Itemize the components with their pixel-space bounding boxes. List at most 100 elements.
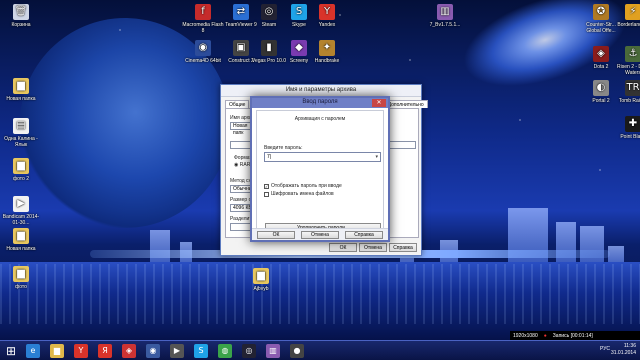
password-input[interactable]: 7| ▾: [264, 152, 381, 162]
archive-help-button[interactable]: Справка: [389, 243, 417, 252]
taskbar-app-antivirus-icon[interactable]: ◈: [122, 344, 136, 358]
recycle-bin-icon: 🗑: [13, 4, 29, 20]
windows-start-icon[interactable]: ⊞: [4, 344, 18, 358]
taskbar-app-steam-icon[interactable]: ◎: [242, 344, 256, 358]
taskbar-app-winrar-icon[interactable]: ▥: [266, 344, 280, 358]
dota-icon: ◈: [593, 46, 609, 62]
desktop-icon[interactable]: ▆ Новая папка: [0, 78, 42, 102]
folder-icon: ▆: [13, 78, 29, 94]
teamviewer-icon: ⇄: [233, 4, 249, 20]
taskbar-app-skype-icon[interactable]: S: [194, 344, 208, 358]
desktop-icon-label: Yandex: [318, 22, 336, 28]
archive-ok-button[interactable]: ОК: [329, 243, 357, 252]
archive-cancel-button[interactable]: Отмена: [359, 243, 387, 252]
password-cancel-button[interactable]: Отмена: [301, 231, 339, 239]
desktop-icon-label: Cinema4D 64bit: [185, 58, 221, 64]
desktop-icon-label: Одна Калина - Ялык: [4, 136, 38, 148]
desktop-icon-label: 7_Bv1.7.5.1...: [429, 22, 461, 28]
desktop-icon-label: Tomb Raider: [618, 98, 640, 104]
desktop-icon-label: фото 2: [13, 176, 29, 182]
vegas-icon: ▮: [261, 40, 277, 56]
taskbar-clock[interactable]: 11:36 31.01.2014: [611, 343, 636, 357]
desktop-icon[interactable]: 🗑 Корзина: [0, 4, 42, 28]
format-rar-radio[interactable]: ◉ RAR: [234, 162, 250, 168]
password-dialog: Ввод пароля ✕ Архивация с паролем Введит…: [250, 96, 390, 242]
construct-icon: ▣: [233, 40, 249, 56]
desktop-icon[interactable]: ◉ Cinema4D 64bit: [182, 40, 224, 64]
password-dialog-heading: Архивация с паролем: [294, 116, 346, 122]
close-icon[interactable]: ✕: [372, 99, 386, 107]
record-dot-icon: ●: [543, 332, 547, 339]
recorder-status: Запись [00:01:14]: [552, 332, 593, 339]
archive-name-label: Имя архи: [230, 115, 252, 121]
encrypt-names-checkbox[interactable]: Шифровать имена файлов: [264, 191, 334, 197]
video-file-icon: ▶: [13, 196, 29, 212]
folder-icon: ▆: [13, 158, 29, 174]
desktop-icon-label: Risen 2 - Dark Waters: [617, 64, 640, 76]
desktop-icon-label: Корзина: [11, 22, 31, 28]
archive-window-title: Имя и параметры архива: [285, 87, 357, 93]
desktop-icon[interactable]: ⚓ Risen 2 - Dark Waters: [612, 46, 640, 76]
taskbar-app-media-icon[interactable]: ▶: [170, 344, 184, 358]
desktop-icon-label: Ajbvyb: [253, 286, 269, 292]
desktop-icon[interactable]: Y Yandex: [306, 4, 348, 28]
desktop-icon[interactable]: ▶ Bandicam 2014-01-30...: [0, 196, 42, 226]
password-dialog-buttons: ОК Отмена Справка: [252, 228, 388, 240]
flash-icon: f: [195, 4, 211, 20]
desktop-icon[interactable]: ▆ фото 2: [0, 158, 42, 182]
desktop-icon[interactable]: ✦ Handbrake: [306, 40, 348, 64]
taskbar-app-yandex-browser-icon[interactable]: Я: [98, 344, 112, 358]
chevron-down-icon[interactable]: ▾: [375, 153, 378, 162]
taskbar-app-chrome-icon[interactable]: ◍: [218, 344, 232, 358]
password-input-value: 7|: [267, 154, 272, 160]
tab-general[interactable]: Общие: [225, 100, 250, 108]
rar-radio-label: RAR: [239, 162, 251, 168]
point-blank-icon: ✚: [625, 116, 640, 132]
desktop-icon-label: фото: [15, 284, 27, 290]
risen-icon: ⚓: [625, 46, 640, 62]
borderlands-icon: ⚡: [625, 4, 640, 20]
checkbox-unchecked-icon[interactable]: [264, 191, 269, 197]
screeny-icon: ◆: [291, 40, 307, 56]
tab-advanced[interactable]: Дополнительно: [383, 100, 428, 108]
folder-icon: ▆: [253, 268, 269, 284]
recorder-overlay: 1920x1080 ● Запись [00:01:14]: [510, 331, 640, 340]
show-password-label: Отображать пароль при вводе: [271, 183, 342, 189]
clock-time: 11:36: [623, 343, 636, 349]
desktop-icon[interactable]: ⚡ Borderlands 2: [612, 4, 640, 28]
password-dialog-title: Ввод пароля: [302, 99, 338, 105]
password-dialog-titlebar[interactable]: Ввод пароля ✕: [252, 98, 388, 108]
portal-icon: ◐: [593, 80, 609, 96]
clock-date: 31.01.2014: [610, 350, 636, 356]
desktop-icon[interactable]: ▆ фото: [0, 266, 42, 290]
split-volumes-label: Разделит: [230, 216, 252, 222]
compression-method-label: Метод сж: [230, 178, 252, 184]
show-password-checkbox[interactable]: ✓ Отображать пароль при вводе: [264, 183, 342, 189]
taskbar-app-bandicam-icon[interactable]: ●: [290, 344, 304, 358]
desktop-icon[interactable]: ▥ 7_Bv1.7.5.1...: [424, 4, 466, 28]
language-indicator[interactable]: РУС: [600, 346, 610, 352]
desktop-icon[interactable]: f Macromedia Flash 8: [182, 4, 224, 34]
document-icon: ▤: [13, 118, 29, 134]
taskbar-app-cinema-icon[interactable]: ◉: [146, 344, 160, 358]
yandex-icon: Y: [319, 4, 335, 20]
desktop-icon[interactable]: ▤ Одна Калина - Ялык: [0, 118, 42, 148]
encrypt-names-label: Шифровать имена файлов: [271, 191, 334, 197]
desktop-icon-label: Handbrake: [314, 58, 340, 64]
desktop-icon[interactable]: ✚ Point Blank: [612, 116, 640, 140]
taskbar-app-explorer-icon[interactable]: ▆: [50, 344, 64, 358]
taskbar: ⊞ e ▆ Y Я ◈ ◉ ▶ S ◍ ◎ ▥ ● РУС 11:36 31.01.2014: [0, 340, 640, 360]
desktop-icon[interactable]: ▆ Ajbvyb: [240, 268, 282, 292]
password-ok-button[interactable]: ОК: [257, 231, 295, 239]
checkbox-checked-icon[interactable]: ✓: [264, 183, 269, 189]
taskbar-app-ie-icon[interactable]: e: [26, 344, 40, 358]
desktop-icon[interactable]: TR Tomb Raider: [612, 80, 640, 104]
handbrake-icon: ✦: [319, 40, 335, 56]
wallpaper-reflection: [0, 264, 640, 324]
desktop-icon[interactable]: ▆ Новая папка: [0, 228, 42, 252]
password-help-button[interactable]: Справка: [345, 231, 383, 239]
taskbar-app-yandex-icon[interactable]: Y: [74, 344, 88, 358]
folder-icon: ▆: [13, 266, 29, 282]
password-label: Введите пароль:: [264, 145, 303, 151]
desktop-icon-label: Borderlands 2: [617, 22, 640, 28]
